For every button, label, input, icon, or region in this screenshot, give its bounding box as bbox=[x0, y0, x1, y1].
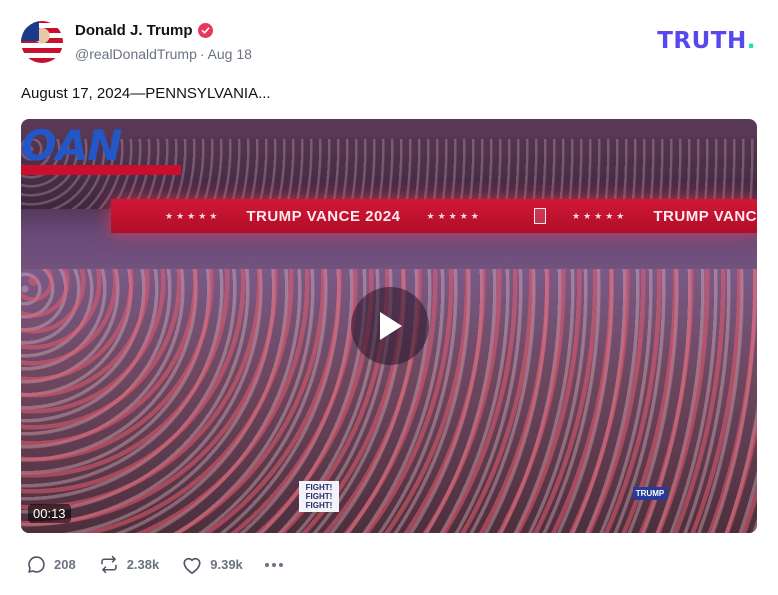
truth-logo[interactable]: TRUTH. bbox=[657, 28, 756, 54]
post-date[interactable]: Aug 18 bbox=[208, 46, 252, 62]
action-bar: 208 2.38k 9.39k bbox=[26, 554, 283, 575]
play-icon bbox=[380, 312, 402, 340]
like-button[interactable]: 9.39k bbox=[181, 555, 243, 575]
retruth-icon bbox=[100, 555, 117, 574]
more-icon[interactable] bbox=[264, 562, 283, 567]
truth-post: Donald J. Trump @realDonaldTrump · Aug 18 … bbox=[0, 0, 778, 595]
retruth-button[interactable]: 2.38k bbox=[98, 554, 160, 575]
logo-text: TRUTH bbox=[657, 28, 747, 54]
led-stars-2: ★★★★★ bbox=[426, 210, 482, 221]
verified-badge-icon bbox=[197, 23, 213, 38]
author-meta: @realDonaldTrump · Aug 18 bbox=[75, 46, 252, 62]
led-text-primary: TRUMP VANCE 2024 bbox=[246, 207, 401, 225]
reply-count: 208 bbox=[54, 557, 76, 572]
author-name-row: Donald J. Trump bbox=[75, 22, 213, 39]
video-player[interactable]: OAN ★★★★★ TRUMP VANCE 2024 ★★★★★ ★★★★★ T… bbox=[21, 119, 757, 533]
led-text-secondary: TRUMP VANC bbox=[653, 207, 757, 225]
author-name[interactable]: Donald J. Trump bbox=[75, 22, 193, 39]
post-text: August 17, 2024—PENNSYLVANIA... bbox=[21, 85, 271, 102]
like-count: 9.39k bbox=[210, 557, 243, 572]
crowd-sign-trump: TRUMP bbox=[633, 487, 667, 500]
oan-watermark: OAN bbox=[21, 121, 122, 170]
heart-icon bbox=[183, 557, 201, 574]
author-handle[interactable]: @realDonaldTrump bbox=[75, 46, 197, 62]
avatar[interactable] bbox=[21, 21, 63, 63]
led-board: ★★★★★ TRUMP VANCE 2024 ★★★★★ ★★★★★ TRUMP… bbox=[111, 199, 757, 233]
crowd-sign-fight: FIGHT! FIGHT! FIGHT! bbox=[299, 481, 339, 512]
led-stars: ★★★★★ bbox=[165, 210, 221, 221]
reply-icon bbox=[28, 556, 45, 573]
play-button[interactable] bbox=[351, 287, 429, 365]
led-logo bbox=[533, 208, 547, 224]
oan-bar bbox=[21, 165, 181, 175]
reply-button[interactable]: 208 bbox=[26, 554, 76, 575]
retruth-count: 2.38k bbox=[126, 557, 160, 572]
led-stars-3: ★★★★★ bbox=[572, 210, 628, 221]
logo-dot: . bbox=[746, 28, 756, 54]
video-duration: 00:13 bbox=[28, 504, 71, 523]
